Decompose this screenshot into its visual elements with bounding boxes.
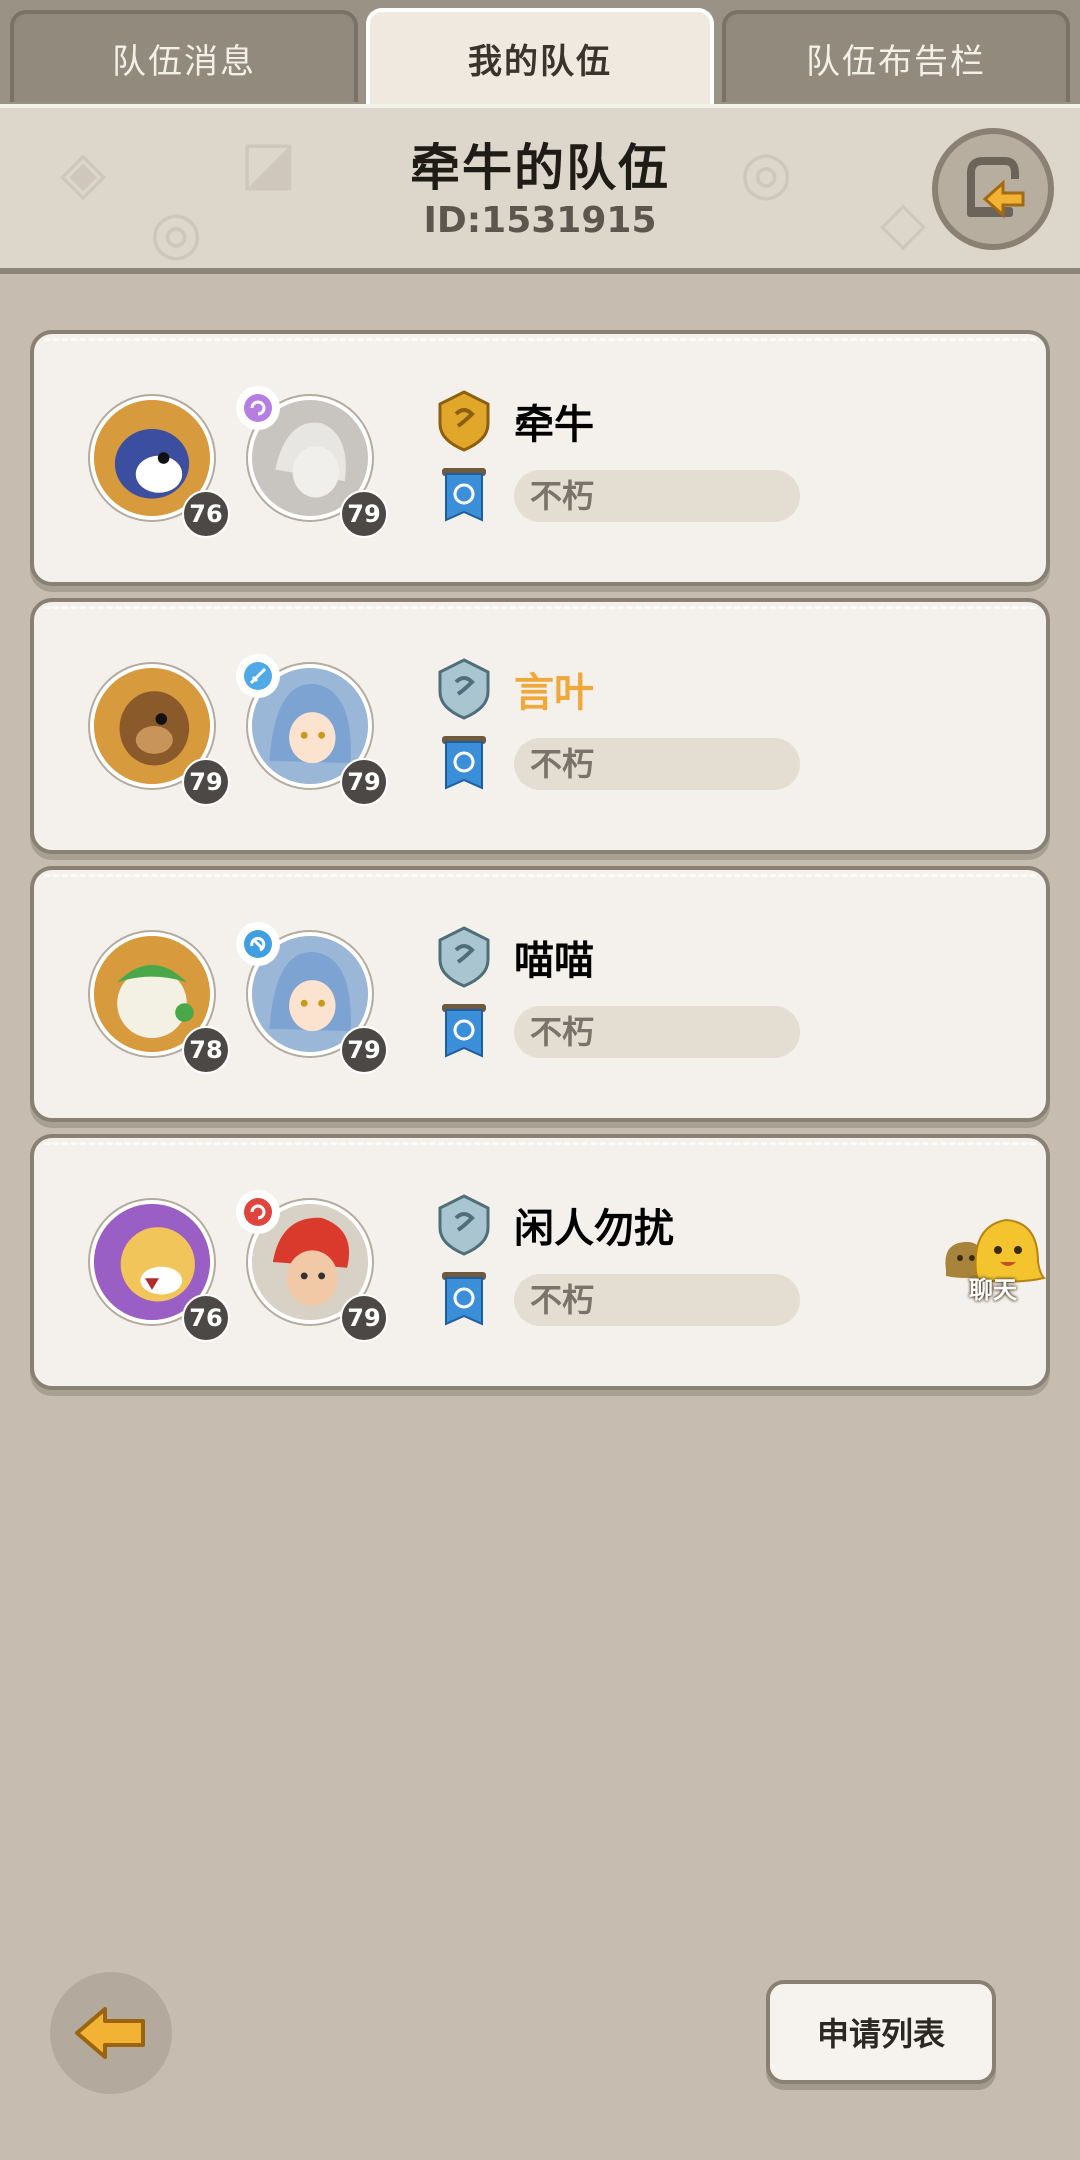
purple-swirl-element-icon bbox=[236, 386, 280, 430]
member-name: 喵喵 bbox=[514, 938, 594, 984]
chat-button[interactable]: 聊天 bbox=[938, 1210, 1048, 1304]
guild-name: 不朽 bbox=[514, 738, 800, 790]
exit-team-button[interactable] bbox=[932, 128, 1054, 250]
tab-team-messages[interactable]: 队伍消息 bbox=[10, 10, 358, 102]
member-name: 言叶 bbox=[514, 670, 594, 716]
pet-level-badge: 76 bbox=[182, 490, 230, 538]
back-arrow-icon bbox=[75, 2007, 145, 2059]
team-header: ◈ ◪ ◎ ◎ ◇ 牵牛的队伍 ID:1531915 bbox=[0, 104, 1080, 274]
tab-bar: 队伍消息 我的队伍 队伍布告栏 bbox=[0, 0, 1080, 104]
guild-banner-icon bbox=[442, 1004, 486, 1058]
tab-my-team[interactable]: 我的队伍 bbox=[366, 8, 714, 104]
gold-rank-icon bbox=[438, 390, 490, 452]
guild-name: 不朽 bbox=[514, 1274, 800, 1326]
member-card[interactable]: 78 79 喵喵 不朽 bbox=[30, 866, 1050, 1122]
silver-rank-icon bbox=[438, 1194, 490, 1256]
guild-name: 不朽 bbox=[514, 470, 800, 522]
team-id: ID:1531915 bbox=[423, 200, 657, 241]
member-name: 闲人勿扰 bbox=[514, 1206, 674, 1252]
chat-label: 聊天 bbox=[969, 1276, 1017, 1304]
team-title: 牵牛的队伍 bbox=[410, 139, 670, 197]
member-card[interactable]: 76 79 闲人勿扰 不朽 bbox=[30, 1134, 1050, 1390]
apply-list-button[interactable]: 申请列表 bbox=[766, 1980, 996, 2084]
pet-level-badge: 79 bbox=[182, 758, 230, 806]
blue-sword-element-icon bbox=[236, 654, 280, 698]
character-level-badge: 79 bbox=[340, 758, 388, 806]
silver-rank-icon bbox=[438, 926, 490, 988]
guild-banner-icon bbox=[442, 1272, 486, 1326]
member-card[interactable]: 76 79 牵牛 不朽 bbox=[30, 330, 1050, 586]
pet-level-badge: 78 bbox=[182, 1026, 230, 1074]
back-button[interactable] bbox=[50, 1972, 172, 2094]
pet-level-badge: 76 bbox=[182, 1294, 230, 1342]
character-level-badge: 79 bbox=[340, 1026, 388, 1074]
guild-name: 不朽 bbox=[514, 1006, 800, 1058]
character-level-badge: 79 bbox=[340, 1294, 388, 1342]
blue-swirl-element-icon bbox=[236, 922, 280, 966]
red-swirl-element-icon bbox=[236, 1190, 280, 1234]
tab-team-bulletin[interactable]: 队伍布告栏 bbox=[722, 10, 1070, 102]
member-card[interactable]: 79 79 言叶 不朽 bbox=[30, 598, 1050, 854]
member-name: 牵牛 bbox=[514, 402, 594, 448]
guild-banner-icon bbox=[442, 468, 486, 522]
exit-team-icon bbox=[967, 157, 1025, 219]
guild-banner-icon bbox=[442, 736, 486, 790]
silver-rank-icon bbox=[438, 658, 490, 720]
character-level-badge: 79 bbox=[340, 490, 388, 538]
